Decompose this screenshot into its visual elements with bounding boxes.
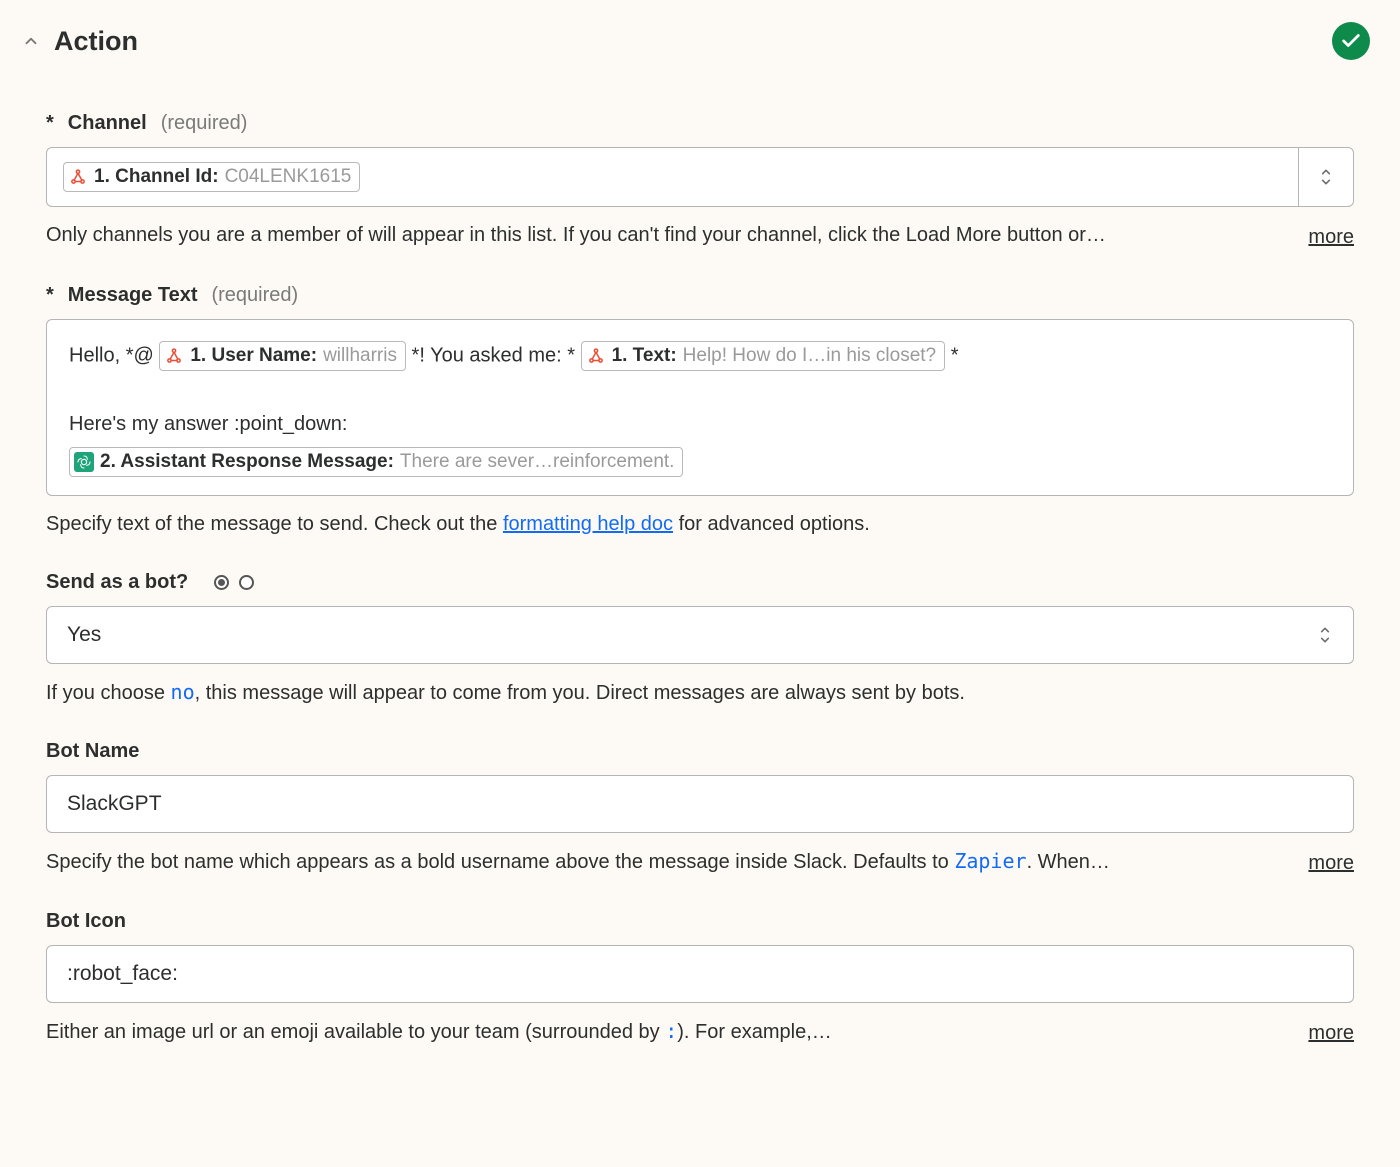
bot-name-input[interactable]: SlackGPT [46, 775, 1354, 833]
send-as-bot-select[interactable]: Yes [46, 606, 1354, 664]
openai-icon [74, 452, 94, 472]
sort-caret-icon [1317, 624, 1333, 646]
bot-name-section: Bot Name SlackGPT Specify the bot name w… [0, 740, 1400, 878]
bot-name-more-link[interactable]: more [1308, 849, 1354, 878]
channel-pill-value: C04LENK1615 [225, 166, 352, 188]
formatting-help-link[interactable]: formatting help doc [503, 513, 673, 535]
send-as-bot-hint: If you choose no, this message will appe… [46, 678, 1354, 708]
required-text: (required) [161, 112, 248, 135]
bot-icon-label: Bot Icon [46, 910, 126, 933]
message-input[interactable]: Hello, *@ 1. User Name: willharris *! Yo… [46, 319, 1354, 496]
send-as-bot-radio-no[interactable] [239, 575, 254, 590]
channel-select-toggle[interactable] [1298, 147, 1354, 207]
action-header: Action [0, 22, 1400, 80]
channel-section: * Channel (required) 1. Channel Id: C04L… [0, 112, 1400, 252]
message-hint: Specify text of the message to send. Che… [46, 510, 1354, 539]
send-as-bot-radio-yes[interactable] [214, 575, 229, 590]
bot-icon-section: Bot Icon :robot_face: Either an image ur… [0, 910, 1400, 1048]
assistant-response-pill[interactable]: 2. Assistant Response Message: There are… [69, 447, 683, 477]
webhooks-icon [68, 167, 88, 187]
text-pill[interactable]: 1. Text: Help! How do I…in his closet? [581, 341, 946, 371]
section-title: Action [54, 26, 138, 57]
message-label: Message Text [68, 284, 198, 307]
webhooks-icon [586, 346, 606, 366]
channel-select[interactable]: 1. Channel Id: C04LENK1615 [46, 147, 1298, 207]
required-star: * [46, 284, 54, 307]
collapse-chevron-icon[interactable] [22, 32, 40, 50]
required-star: * [46, 112, 54, 135]
bot-icon-more-link[interactable]: more [1308, 1019, 1354, 1048]
channel-hint: Only channels you are a member of will a… [46, 221, 1278, 250]
channel-label: Channel [68, 112, 147, 135]
required-text: (required) [211, 284, 298, 307]
user-name-pill[interactable]: 1. User Name: willharris [159, 341, 406, 371]
channel-pill[interactable]: 1. Channel Id: C04LENK1615 [63, 162, 360, 192]
status-complete-icon [1332, 22, 1370, 60]
send-as-bot-label: Send as a bot? [46, 571, 188, 594]
channel-more-link[interactable]: more [1308, 223, 1354, 252]
bot-icon-input[interactable]: :robot_face: [46, 945, 1354, 1003]
bot-name-hint: Specify the bot name which appears as a … [46, 847, 1278, 877]
channel-pill-label: 1. Channel Id: [94, 166, 219, 188]
bot-icon-hint: Either an image url or an emoji availabl… [46, 1017, 1278, 1047]
message-section: * Message Text (required) Hello, *@ 1. U… [0, 284, 1400, 539]
send-as-bot-section: Send as a bot? Yes If you choose no, thi… [0, 571, 1400, 708]
webhooks-icon [164, 346, 184, 366]
bot-name-label: Bot Name [46, 740, 139, 763]
